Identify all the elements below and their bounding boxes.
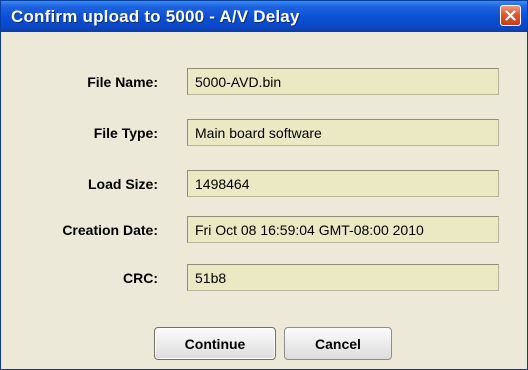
creation-date-label: Creation Date: [62, 222, 158, 238]
load-size-field: 1498464 [187, 170, 499, 197]
creation-date-field: Fri Oct 08 16:59:04 GMT-08:00 2010 [187, 216, 499, 243]
file-type-label: File Type: [93, 125, 158, 141]
title-bar[interactable]: Confirm upload to 5000 - A/V Delay [1, 1, 527, 32]
load-size-row: Load Size: 1498464 [4, 170, 524, 199]
file-type-field: Main board software [187, 119, 499, 146]
load-size-label: Load Size: [87, 176, 158, 192]
dialog-body: File Name: 5000-AVD.bin File Type: Main … [4, 32, 524, 366]
cancel-button[interactable]: Cancel [284, 327, 392, 360]
file-name-field: 5000-AVD.bin [187, 68, 499, 95]
continue-button[interactable]: Continue [154, 327, 276, 360]
close-icon [505, 10, 516, 21]
creation-date-row: Creation Date: Fri Oct 08 16:59:04 GMT-0… [4, 216, 524, 245]
crc-label: CRC: [123, 270, 158, 286]
crc-row: CRC: 51b8 [4, 264, 524, 293]
upload-confirm-dialog: Confirm upload to 5000 - A/V Delay File … [0, 0, 528, 370]
crc-field: 51b8 [187, 264, 499, 291]
close-button[interactable] [500, 5, 521, 26]
file-type-row: File Type: Main board software [4, 119, 524, 148]
dialog-title: Confirm upload to 5000 - A/V Delay [11, 7, 300, 26]
file-name-label: File Name: [87, 74, 158, 90]
file-name-row: File Name: 5000-AVD.bin [4, 68, 524, 97]
